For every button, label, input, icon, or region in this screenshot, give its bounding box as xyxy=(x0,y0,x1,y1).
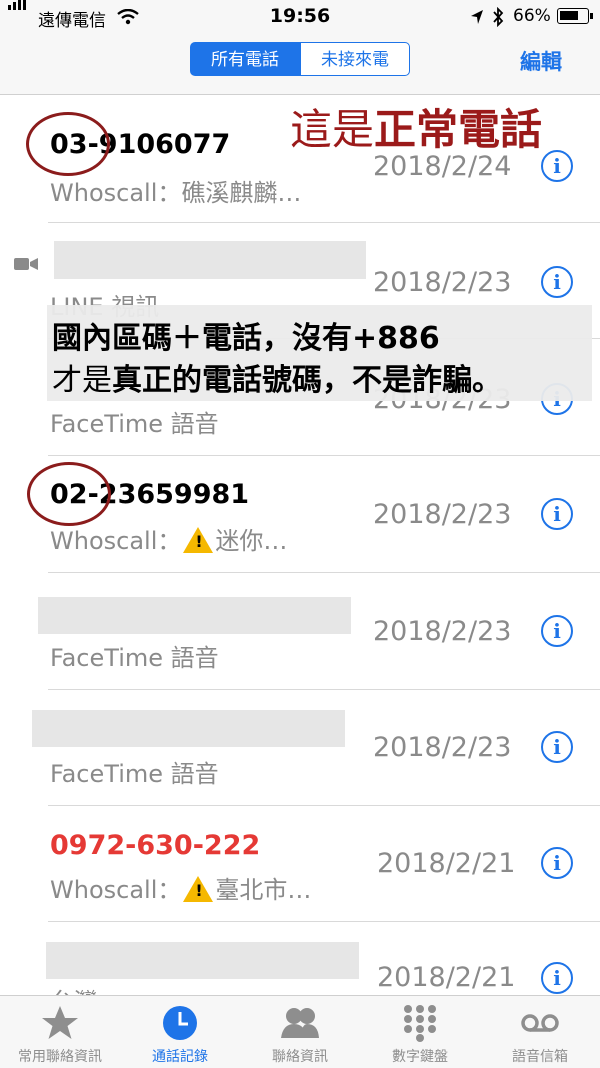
info-icon[interactable]: i xyxy=(541,150,573,182)
location-icon xyxy=(471,10,483,24)
info-icon[interactable]: i xyxy=(541,615,573,647)
segment-all-calls[interactable]: 所有電話 xyxy=(190,42,300,76)
warning-icon xyxy=(183,527,214,553)
call-date: 2018/2/23 xyxy=(373,732,512,763)
battery-icon xyxy=(557,8,593,24)
call-row[interactable]: 台灣 2018/2/21 i xyxy=(0,922,600,995)
tab-bar: 常用聯絡資訊 通話記錄 聯絡資訊 數字鍵盤 語音信箱 xyxy=(0,995,600,1068)
voicemail-icon xyxy=(521,1014,559,1032)
clock-time: 19:56 xyxy=(269,5,331,27)
edit-button[interactable]: 編輯 xyxy=(520,46,562,76)
tab-recents[interactable]: 通話記錄 xyxy=(120,996,240,1068)
tab-label: 數字鍵盤 xyxy=(392,1049,448,1065)
call-subtitle: Whoscall：礁溪麒麟… xyxy=(50,179,302,207)
caption-box: 國內區碼＋電話，沒有+886 才是真正的電話號碼，不是詐騙。 xyxy=(47,305,592,401)
call-subtitle: 台灣 xyxy=(50,982,98,995)
call-subtitle: FaceTime 語音 xyxy=(50,760,219,788)
call-row[interactable]: 0972-630-222 Whoscall： 臺北市… 2018/2/21 i xyxy=(0,806,600,922)
normal-call-annotation: 這是正常電話 xyxy=(290,105,543,154)
area-code-circle xyxy=(27,462,111,526)
tab-label: 語音信箱 xyxy=(512,1049,568,1065)
redacted-name xyxy=(46,942,359,979)
contacts-icon xyxy=(281,1008,319,1038)
call-subtitle: FaceTime 語音 xyxy=(50,644,219,672)
caller-info: 臺北市… xyxy=(215,876,312,904)
tab-voicemail[interactable]: 語音信箱 xyxy=(480,996,600,1068)
battery-percent: 66% xyxy=(513,6,551,26)
nav-bar: 所有電話 未接來電 編輯 xyxy=(0,34,600,95)
tab-label: 聯絡資訊 xyxy=(272,1049,328,1065)
info-icon[interactable]: i xyxy=(541,266,573,298)
segment-missed-calls[interactable]: 未接來電 xyxy=(300,42,410,76)
row-divider xyxy=(48,455,600,456)
tab-favorites[interactable]: 常用聯絡資訊 xyxy=(0,996,120,1068)
info-icon[interactable]: i xyxy=(541,498,573,530)
redacted-name xyxy=(54,241,366,279)
call-date: 2018/2/23 xyxy=(373,267,512,298)
redacted-name xyxy=(32,710,345,747)
caller-info: 迷你… xyxy=(215,527,288,555)
bluetooth-icon xyxy=(493,7,504,27)
info-icon[interactable]: i xyxy=(541,962,573,994)
call-date: 2018/2/21 xyxy=(377,962,516,993)
redacted-name xyxy=(38,597,351,634)
caption-line-1: 國內區碼＋電話，沒有+886 xyxy=(52,321,440,356)
info-icon[interactable]: i xyxy=(541,731,573,763)
status-bar: 遠傳電信 19:56 66% xyxy=(0,0,600,34)
caller-source: Whoscall： xyxy=(50,527,182,555)
area-code-circle xyxy=(26,112,110,176)
call-subtitle: Whoscall： 臺北市… xyxy=(50,870,311,905)
star-icon xyxy=(42,1006,78,1039)
warning-icon xyxy=(183,876,214,902)
tab-keypad[interactable]: 數字鍵盤 xyxy=(360,996,480,1068)
caller-source: Whoscall： xyxy=(50,876,182,904)
call-subtitle: FaceTime 語音 xyxy=(50,410,219,438)
call-date: 2018/2/23 xyxy=(373,616,512,647)
call-row[interactable]: FaceTime 語音 2018/2/23 i xyxy=(0,574,600,690)
call-row[interactable]: FaceTime 語音 2018/2/23 i xyxy=(0,690,600,806)
keypad-icon xyxy=(404,1005,436,1042)
row-divider xyxy=(48,572,600,573)
info-icon[interactable]: i xyxy=(541,847,573,879)
tab-label: 通話記錄 xyxy=(152,1049,208,1065)
video-call-icon xyxy=(14,258,38,270)
call-subtitle: Whoscall： 迷你… xyxy=(50,521,287,556)
call-name-missed: 0972-630-222 xyxy=(50,830,261,861)
clock-icon xyxy=(163,1006,197,1040)
caption-line-2: 才是真正的電話號碼，不是詐騙。 xyxy=(52,363,502,398)
tab-contacts[interactable]: 聯絡資訊 xyxy=(240,996,360,1068)
call-date: 2018/2/21 xyxy=(377,848,516,879)
call-date: 2018/2/23 xyxy=(373,499,512,530)
tab-label: 常用聯絡資訊 xyxy=(18,1049,102,1065)
